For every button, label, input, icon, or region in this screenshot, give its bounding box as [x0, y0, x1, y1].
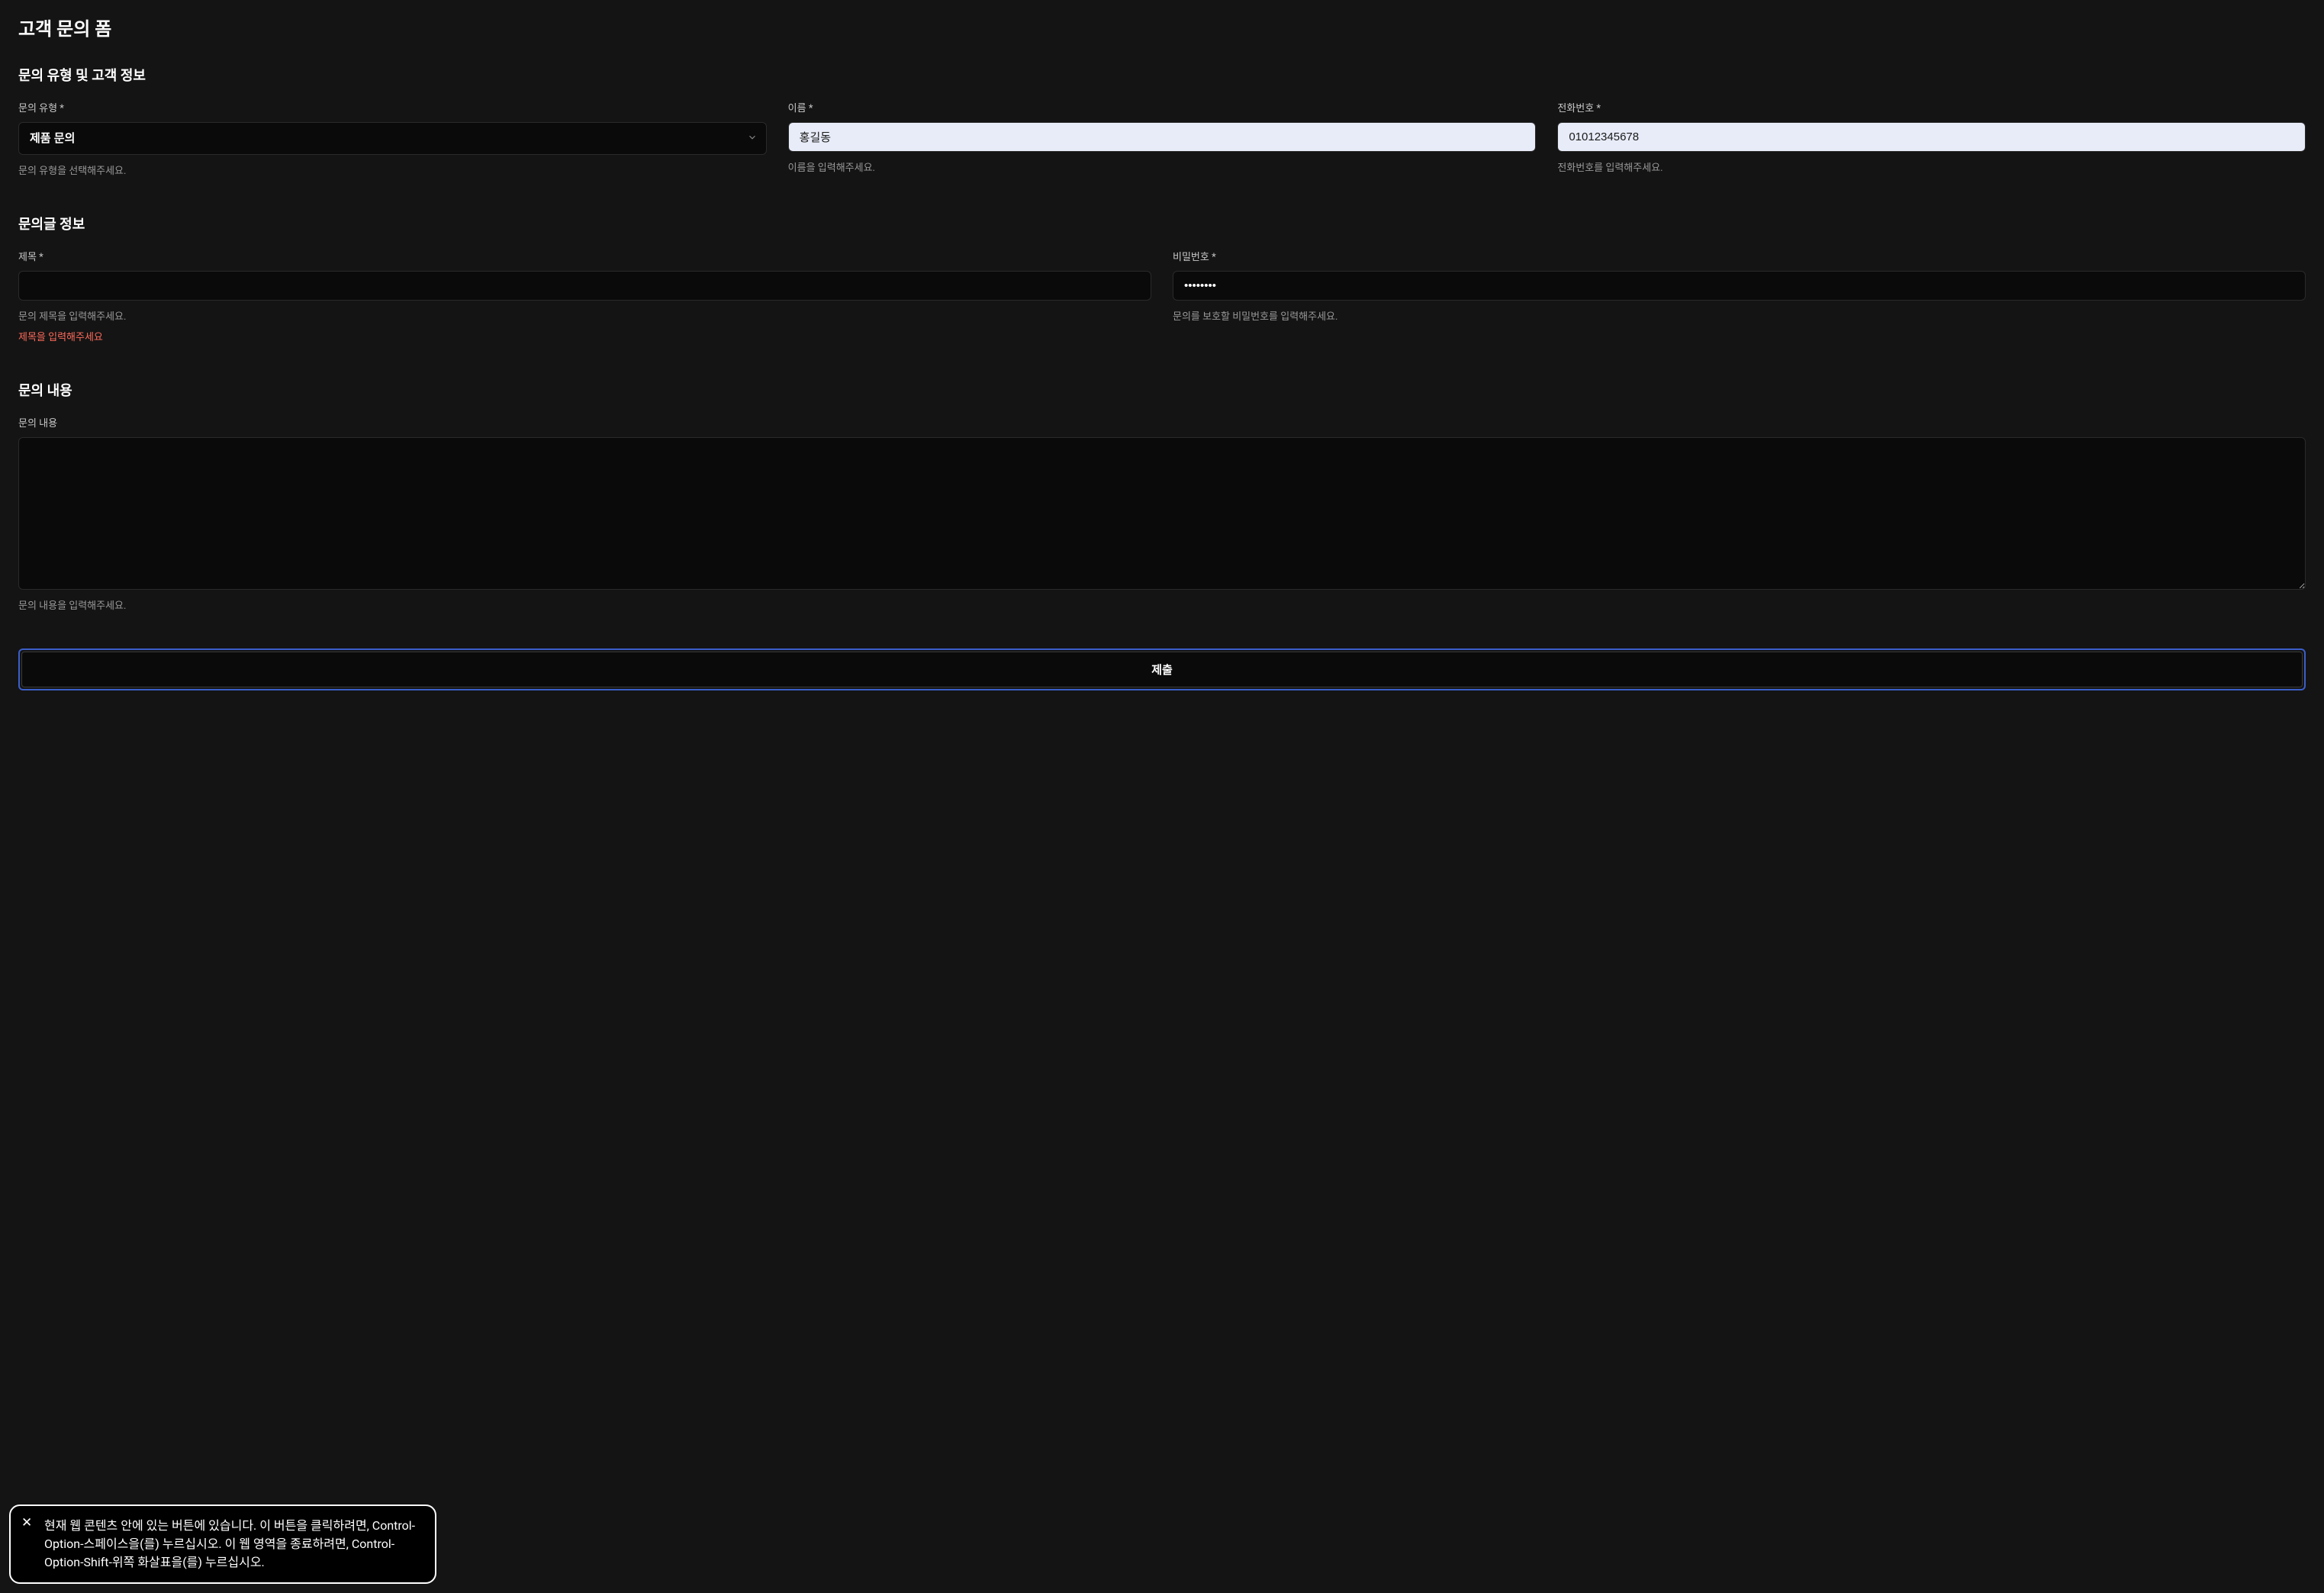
password-input[interactable] — [1173, 271, 2306, 301]
inquiry-type-label: 문의 유형 * — [18, 100, 767, 114]
submit-button[interactable]: 제출 — [21, 652, 2303, 687]
accessibility-tooltip: ✕ 현재 웹 콘텐츠 안에 있는 버튼에 있습니다. 이 버튼을 클릭하려면, … — [9, 1504, 436, 1584]
content-help: 문의 내용을 입력해주세요. — [18, 597, 2306, 612]
subject-help: 문의 제목을 입력해주세요. — [18, 308, 1151, 323]
name-label: 이름 * — [788, 100, 1537, 114]
page-title: 고객 문의 폼 — [18, 14, 2306, 40]
submit-focus-ring: 제출 — [18, 648, 2306, 690]
subject-error: 제목을 입력해주세요 — [18, 329, 1151, 343]
section-heading: 문의글 정보 — [18, 214, 2306, 233]
section-post-info: 문의글 정보 제목 * 문의 제목을 입력해주세요. 제목을 입력해주세요 비밀… — [18, 214, 2306, 343]
field-phone: 전화번호 * 전화번호를 입력해주세요. — [1557, 100, 2306, 177]
phone-help: 전화번호를 입력해주세요. — [1557, 159, 2306, 174]
password-help: 문의를 보호할 비밀번호를 입력해주세요. — [1173, 308, 2306, 323]
tooltip-text: 현재 웹 콘텐츠 안에 있는 버튼에 있습니다. 이 버튼을 클릭하려면, Co… — [44, 1518, 415, 1569]
content-label: 문의 내용 — [18, 415, 2306, 430]
inquiry-type-select[interactable]: 제품 문의 — [18, 122, 767, 155]
field-inquiry-type: 문의 유형 * 제품 문의 문의 유형을 선택해주세요. — [18, 100, 767, 177]
section-heading: 문의 유형 및 고객 정보 — [18, 65, 2306, 85]
phone-input[interactable] — [1557, 122, 2306, 152]
section-inquiry-info: 문의 유형 및 고객 정보 문의 유형 * 제품 문의 문의 유형을 선택해주세… — [18, 65, 2306, 177]
inquiry-type-help: 문의 유형을 선택해주세요. — [18, 163, 767, 177]
field-name: 이름 * 이름을 입력해주세요. — [788, 100, 1537, 177]
field-subject: 제목 * 문의 제목을 입력해주세요. 제목을 입력해주세요 — [18, 249, 1151, 343]
section-heading: 문의 내용 — [18, 380, 2306, 400]
close-icon[interactable]: ✕ — [21, 1517, 32, 1530]
subject-input[interactable] — [18, 271, 1151, 301]
field-content: 문의 내용 문의 내용을 입력해주세요. — [18, 415, 2306, 612]
name-input[interactable] — [788, 122, 1537, 152]
phone-label: 전화번호 * — [1557, 100, 2306, 114]
subject-label: 제목 * — [18, 249, 1151, 263]
field-password: 비밀번호 * 문의를 보호할 비밀번호를 입력해주세요. — [1173, 249, 2306, 343]
password-label: 비밀번호 * — [1173, 249, 2306, 263]
name-help: 이름을 입력해주세요. — [788, 159, 1537, 174]
section-content: 문의 내용 문의 내용 문의 내용을 입력해주세요. — [18, 380, 2306, 612]
content-textarea[interactable] — [18, 437, 2306, 590]
